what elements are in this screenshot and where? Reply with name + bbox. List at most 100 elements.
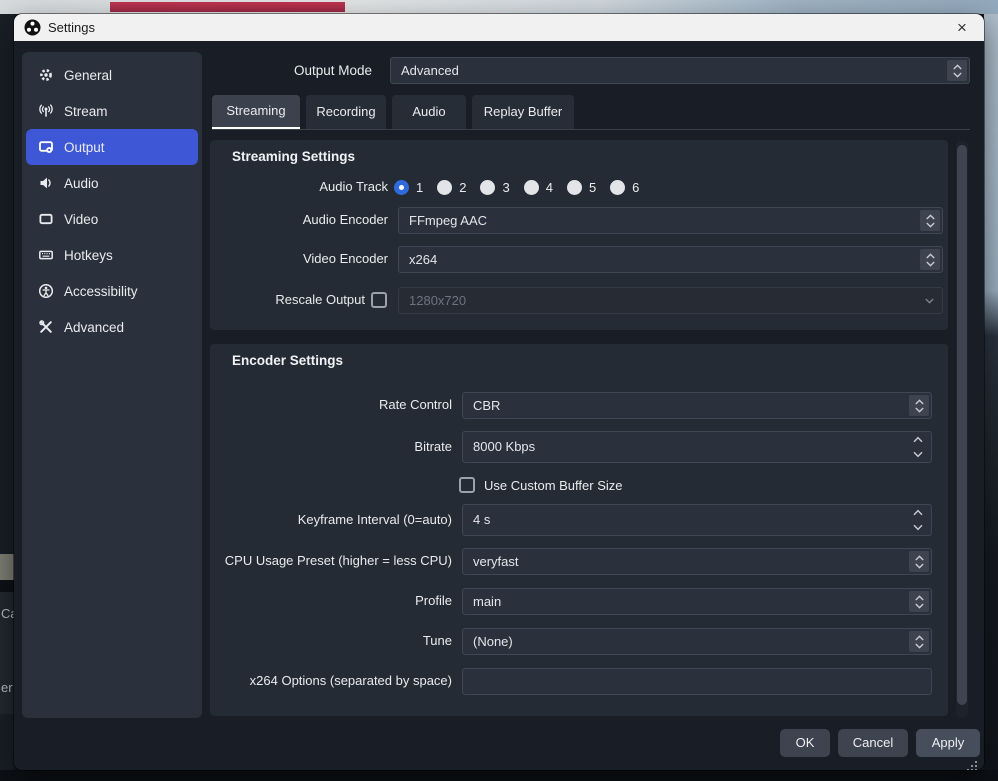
cancel-button[interactable]: Cancel [838, 729, 908, 757]
spinner-icon [920, 249, 940, 270]
audio-encoder-label: Audio Encoder [210, 212, 388, 227]
profile-select[interactable]: main [462, 588, 932, 615]
sidebar-item-audio[interactable]: Audio [26, 165, 198, 201]
keyframe-interval-label: Keyframe Interval (0=auto) [210, 512, 452, 527]
spin-up-icon[interactable] [913, 509, 923, 516]
radio-label: 6 [632, 180, 639, 195]
desktop-background-bottom [0, 770, 998, 781]
audio-track-label: Audio Track [210, 179, 388, 194]
radio-icon [480, 180, 495, 195]
rescale-resolution-select: 1280x720 [398, 287, 943, 314]
spin-up-icon[interactable] [913, 436, 923, 443]
audio-track-option-3[interactable]: 3 [480, 180, 509, 195]
tune-select[interactable]: (None) [462, 628, 932, 655]
panel-title: Encoder Settings [232, 353, 343, 368]
sidebar-item-video[interactable]: Video [26, 201, 198, 237]
streaming-settings-panel: Streaming Settings Audio Track 1 2 3 4 5… [210, 140, 948, 330]
apply-button[interactable]: Apply [916, 729, 980, 757]
profile-label: Profile [210, 593, 452, 608]
keyframe-interval-value: 4 s [473, 505, 905, 535]
radio-icon [437, 180, 452, 195]
radio-label: 3 [502, 180, 509, 195]
bitrate-spinbox[interactable]: 8000 Kbps [462, 431, 932, 463]
audio-track-option-5[interactable]: 5 [567, 180, 596, 195]
window-title: Settings [48, 14, 95, 41]
chevron-down-icon [925, 298, 934, 304]
tune-label: Tune [210, 633, 452, 648]
background-block [0, 554, 14, 580]
resize-grip[interactable] [966, 760, 978, 770]
cpu-preset-value: veryfast [473, 549, 905, 574]
audio-track-radio-group: 1 2 3 4 5 6 [394, 174, 639, 200]
sidebar-item-label: Output [64, 140, 105, 155]
tab-pane-border [212, 129, 970, 130]
radio-label: 1 [416, 180, 423, 195]
rate-control-select[interactable]: CBR [462, 392, 932, 419]
sidebar-item-label: Accessibility [64, 284, 138, 299]
bitrate-value: 8000 Kbps [473, 432, 905, 462]
tab-replay-buffer[interactable]: Replay Buffer [472, 95, 574, 129]
x264-options-input[interactable] [462, 668, 932, 695]
panel-title: Streaming Settings [232, 149, 355, 164]
sidebar-item-advanced[interactable]: Advanced [26, 309, 198, 345]
spinner-icon [909, 631, 929, 652]
ok-button[interactable]: OK [780, 729, 830, 757]
radio-label: 4 [546, 180, 553, 195]
use-custom-buffer-checkbox[interactable] [459, 477, 475, 493]
tune-value: (None) [473, 629, 905, 654]
scrollbar-thumb[interactable] [957, 145, 967, 705]
speaker-icon [38, 175, 54, 191]
cpu-preset-select[interactable]: veryfast [462, 548, 932, 575]
audio-track-option-4[interactable]: 4 [524, 180, 553, 195]
spinner-icon [909, 395, 929, 416]
spinner-icon [909, 591, 929, 612]
keyframe-interval-spinbox[interactable]: 4 s [462, 504, 932, 536]
output-mode-value: Advanced [401, 58, 943, 83]
radio-label: 5 [589, 180, 596, 195]
tools-icon [38, 319, 54, 335]
use-custom-buffer-label: Use Custom Buffer Size [484, 478, 622, 493]
background-text-fragment: Ca [1, 606, 15, 621]
accessibility-icon [38, 283, 54, 299]
audio-encoder-select[interactable]: FFmpeg AAC [398, 207, 943, 234]
sidebar-item-label: Stream [64, 104, 108, 119]
audio-track-option-2[interactable]: 2 [437, 180, 466, 195]
bitrate-label: Bitrate [210, 439, 452, 454]
tab-recording[interactable]: Recording [306, 95, 386, 129]
radio-selected-icon [394, 180, 409, 195]
radio-icon [610, 180, 625, 195]
sidebar-item-label: Video [64, 212, 98, 227]
spinner-icon [909, 551, 929, 572]
rate-control-value: CBR [473, 393, 905, 418]
tab-audio[interactable]: Audio [392, 95, 466, 129]
output-mode-select[interactable]: Advanced [390, 57, 970, 84]
background-red-strip [110, 2, 345, 12]
radio-icon [567, 180, 582, 195]
sidebar-item-label: Advanced [64, 320, 124, 335]
close-button[interactable]: × [950, 16, 974, 39]
tab-streaming[interactable]: Streaming [212, 95, 300, 129]
spin-down-icon[interactable] [913, 524, 923, 531]
rescale-output-checkbox[interactable] [371, 292, 387, 308]
sidebar-item-accessibility[interactable]: Accessibility [26, 273, 198, 309]
background-text-fragment: er [1, 680, 15, 695]
spin-down-icon[interactable] [913, 451, 923, 458]
gear-icon [38, 67, 54, 83]
video-encoder-select[interactable]: x264 [398, 246, 943, 273]
desktop-background-left: Ca er [0, 14, 14, 781]
audio-track-option-1[interactable]: 1 [394, 180, 423, 195]
radio-icon [524, 180, 539, 195]
radio-label: 2 [459, 180, 466, 195]
audio-track-option-6[interactable]: 6 [610, 180, 639, 195]
video-encoder-label: Video Encoder [210, 251, 388, 266]
sidebar-item-label: Hotkeys [64, 248, 113, 263]
sidebar-item-general[interactable]: General [26, 57, 198, 93]
titlebar[interactable]: Settings × [14, 14, 984, 41]
sidebar-item-hotkeys[interactable]: Hotkeys [26, 237, 198, 273]
sidebar-item-output[interactable]: Output [26, 129, 198, 165]
cpu-preset-label: CPU Usage Preset (higher = less CPU) [210, 553, 452, 568]
audio-encoder-value: FFmpeg AAC [409, 208, 916, 233]
spinner-icon [947, 60, 967, 81]
x264-options-label: x264 Options (separated by space) [210, 673, 452, 688]
sidebar-item-stream[interactable]: Stream [26, 93, 198, 129]
